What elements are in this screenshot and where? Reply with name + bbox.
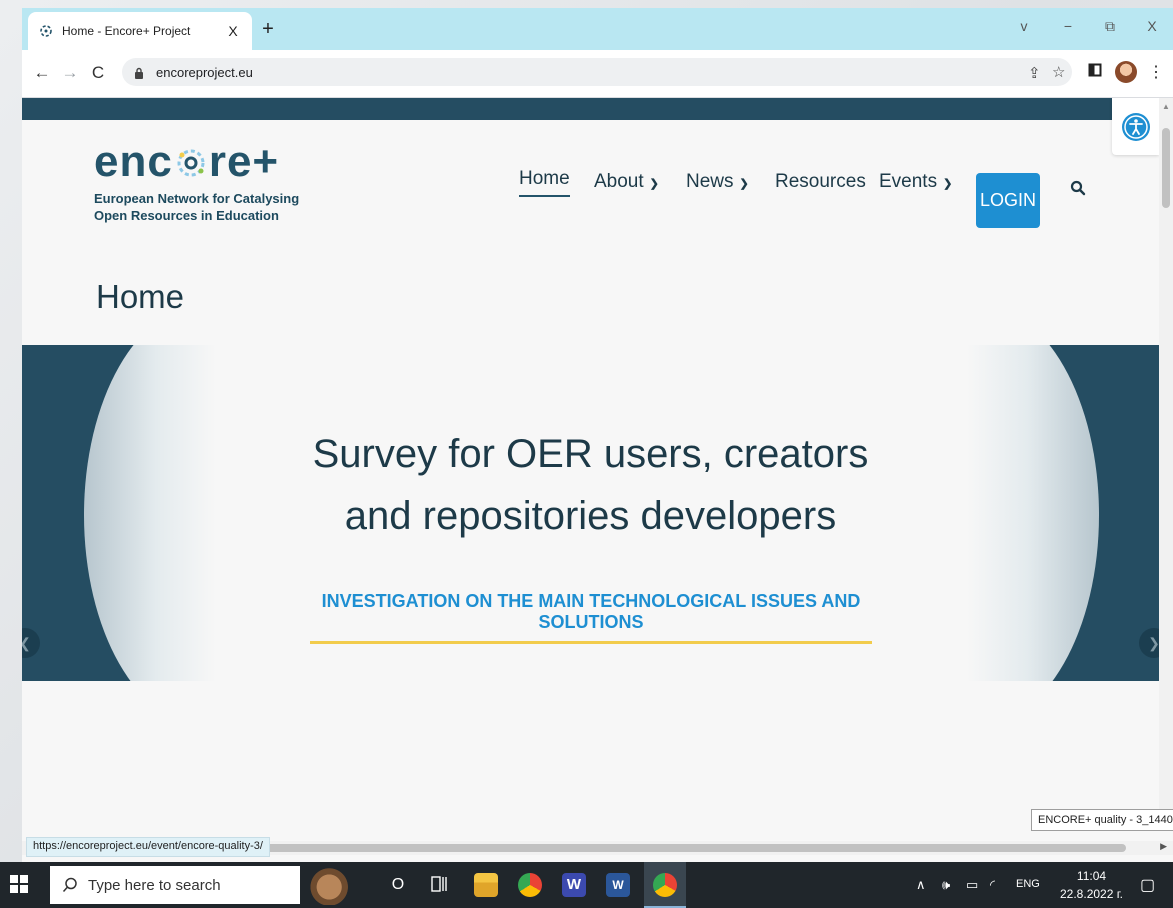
search-highlight-icon[interactable] [306,865,364,905]
more-menu-icon[interactable]: ⋮ [1148,62,1164,82]
logo-tagline-line1: European Network for Catalysing [94,191,300,206]
tab-strip: Home - Encore+ Project X + v − ⧉ X [22,8,1173,50]
slide-heading[interactable]: Survey for OER users, creators and repos… [22,423,1159,547]
word-icon[interactable]: W [606,873,630,897]
lock-icon [134,66,144,79]
scroll-right-arrow-icon[interactable]: ▶ [1160,841,1167,852]
close-window-button[interactable]: X [1140,18,1164,34]
clock-date: 22.8.2022 г. [1060,887,1123,901]
nav-home[interactable]: Home [519,168,570,197]
address-bar[interactable]: encoreproject.eu [122,58,1072,86]
language-indicator[interactable]: ENG [1016,878,1040,890]
back-arrow-icon[interactable]: ← [32,63,52,83]
share-icon[interactable]: ⇪ [1028,64,1041,82]
image-tooltip: ENCORE+ quality - 3_1440x550 [1031,809,1173,831]
chrome-active-window[interactable] [644,862,686,908]
nav-resources[interactable]: Resources [775,171,866,193]
nav-news-label: News [686,171,734,192]
nav-about-label: About [594,171,644,192]
nav-resources-label: Resources [775,171,866,192]
new-tab-button[interactable]: + [258,18,278,41]
forward-arrow-icon[interactable]: → [60,63,80,83]
taskbar-search-box[interactable]: Type here to search [50,866,300,904]
chevron-down-icon: ❯ [739,178,749,190]
page-title: Home [96,278,185,315]
scroll-up-arrow-icon[interactable]: ▲ [1162,102,1170,111]
windows-taskbar: Type here to search O W W ∧ 🕪 ▭ ◜ ENG 11… [0,862,1173,908]
chrome-profile-icon [653,873,677,897]
reload-icon[interactable]: C [88,63,108,83]
taskbar-search-placeholder: Type here to search [88,876,221,894]
browser-window: Home - Encore+ Project X + v − ⧉ X ← → C… [22,8,1173,862]
chrome-icon[interactable] [518,873,542,897]
notification-icon[interactable]: ▢ [1140,875,1155,895]
slide-subheading[interactable]: INVESTIGATION ON THE MAIN TECHNOLOGICAL … [310,591,872,644]
login-button[interactable]: LOGIN [976,173,1040,228]
clock-time: 11:04 [1076,869,1107,883]
file-explorer-icon[interactable] [474,873,498,897]
chevron-right-icon: ❯ [1148,634,1159,651]
task-view-icon[interactable] [428,873,452,897]
nav-events-label: Events [879,171,938,192]
battery-icon[interactable]: ▭ [966,877,978,893]
url-text: encoreproject.eu [156,64,253,80]
profile-avatar[interactable] [1115,61,1137,83]
vertical-scrollbar[interactable]: ▲ [1159,98,1173,831]
tab-title: Home - Encore+ Project [62,24,191,38]
windows-start-icon[interactable] [10,875,30,895]
volume-icon[interactable]: 🕪 [942,877,950,893]
slide-heading-line2: and repositories developers [344,494,837,538]
chevron-left-icon: ❮ [22,635,31,652]
bookmark-star-icon[interactable]: ☆ [1052,63,1065,81]
chevron-down-icon: ❯ [943,178,953,190]
encore-favicon-icon [38,23,54,39]
webex-icon[interactable]: W [562,873,586,897]
nav-news[interactable]: News ❯ [686,171,749,193]
minimize-button[interactable]: − [1056,18,1080,34]
tab-home[interactable]: Home - Encore+ Project X [28,12,252,50]
page-viewport: enc re+ European Network for Catalysing O… [22,98,1159,831]
accessibility-icon[interactable] [1112,98,1159,155]
hero-slider: Survey for OER users, creators and repos… [22,345,1159,681]
search-icon [62,877,77,892]
logo-wordmark: enc re+ [94,137,280,186]
cortana-icon[interactable]: O [386,873,410,897]
network-icon[interactable]: ◜ [990,877,995,893]
slide-heading-line1: Survey for OER users, creators [312,432,869,476]
logo-tagline-line2: Open Resources in Education [94,208,279,223]
vertical-scroll-thumb[interactable] [1162,128,1170,208]
nav-home-label: Home [519,167,570,189]
site-top-bar [22,98,1159,120]
tab-search-dropdown-icon[interactable]: v [1012,18,1036,34]
taskbar-clock[interactable]: 11:04 22.8.2022 г. [1060,867,1123,903]
tray-overflow-icon[interactable]: ∧ [916,877,926,893]
tab-close-icon[interactable]: X [224,23,242,39]
status-bar-url: https://encoreproject.eu/event/encore-qu… [26,837,270,857]
search-icon[interactable] [1070,180,1086,196]
browser-toolbar: ← → C encoreproject.eu ⇪ ☆ ⋮ [22,50,1173,98]
nav-events[interactable]: Events ❯ [879,171,952,193]
side-panel-icon[interactable] [1088,63,1102,82]
site-logo[interactable]: enc re+ European Network for Catalysing O… [94,140,299,224]
nav-about[interactable]: About ❯ [594,171,659,193]
chevron-down-icon: ❯ [649,178,659,190]
restore-button[interactable]: ⧉ [1098,18,1122,35]
